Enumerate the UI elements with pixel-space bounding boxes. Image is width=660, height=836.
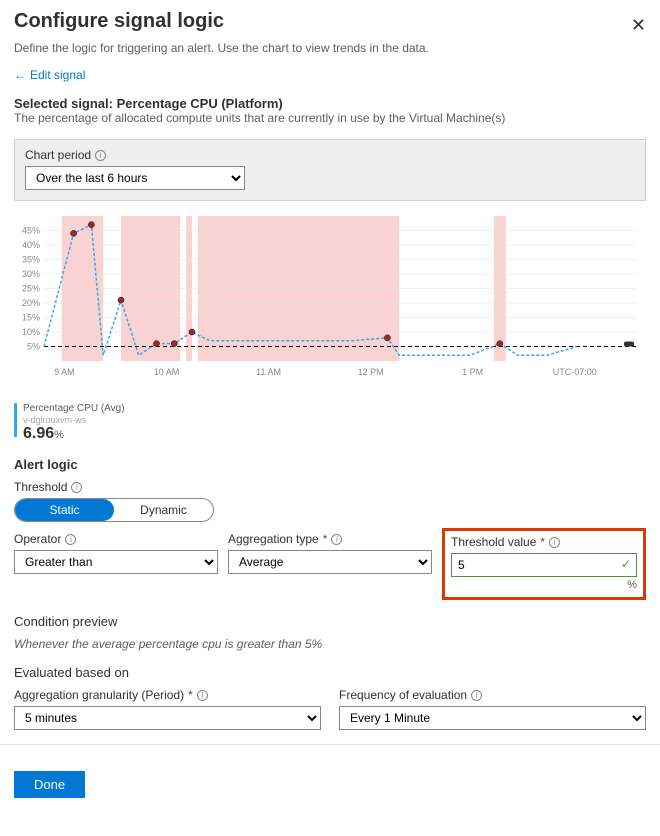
condition-preview-text: Whenever the average percentage cpu is g… xyxy=(14,637,646,651)
threshold-toggle-dynamic[interactable]: Dynamic xyxy=(114,499,213,521)
page-title: Configure signal logic xyxy=(14,10,224,33)
frequency-label: Frequency of evaluation xyxy=(339,688,467,702)
svg-text:12 PM: 12 PM xyxy=(358,367,384,377)
alert-logic-heading: Alert logic xyxy=(14,457,646,472)
svg-text:9 AM: 9 AM xyxy=(54,367,75,377)
svg-text:11 AM: 11 AM xyxy=(256,367,281,377)
signal-chart: 5% 10% 15% 20% 25% 30% 35% 40% 45% 9 AM 10 AM 11 AM… xyxy=(14,211,646,401)
info-icon[interactable]: i xyxy=(65,534,76,545)
svg-text:25%: 25% xyxy=(22,284,40,294)
required-asterisk: * xyxy=(540,535,545,549)
operator-select[interactable]: Greater than xyxy=(14,550,218,574)
selected-signal-name: Percentage CPU (Platform) xyxy=(117,96,283,111)
svg-text:10%: 10% xyxy=(22,327,40,337)
aggregation-granularity-label: Aggregation granularity (Period) xyxy=(14,688,184,702)
condition-preview-heading: Condition preview xyxy=(14,614,646,629)
info-icon[interactable]: i xyxy=(95,150,106,161)
info-icon[interactable]: i xyxy=(331,534,342,545)
threshold-toggle[interactable]: Static Dynamic xyxy=(14,498,214,522)
done-button[interactable]: Done xyxy=(14,771,85,798)
svg-text:30%: 30% xyxy=(22,269,40,279)
threshold-value-label: Threshold value xyxy=(451,535,536,549)
aggregation-type-select[interactable]: Average xyxy=(228,550,432,574)
edit-signal-label: Edit signal xyxy=(30,68,85,82)
evaluated-heading: Evaluated based on xyxy=(14,665,646,680)
selected-signal-label-prefix: Selected signal: xyxy=(14,96,117,111)
divider xyxy=(0,744,660,745)
svg-text:UTC-07:00: UTC-07:00 xyxy=(553,367,597,377)
svg-text:10 AM: 10 AM xyxy=(154,367,180,377)
svg-text:20%: 20% xyxy=(22,298,40,308)
threshold-value-input[interactable] xyxy=(451,553,637,577)
threshold-value-highlight: Threshold value * i ✓ % xyxy=(442,528,646,600)
legend-metric: Percentage CPU (Avg) xyxy=(23,403,125,415)
chart-period-panel: Chart period i Over the last 6 hours xyxy=(14,139,646,201)
chart-legend: Percentage CPU (Avg) v-dgirouxvm-ws 6.96… xyxy=(14,403,646,443)
close-icon[interactable]: ✕ xyxy=(631,16,646,34)
aggregation-granularity-select[interactable]: 5 minutes xyxy=(14,706,321,730)
svg-text:1 PM: 1 PM xyxy=(462,367,483,377)
chart-period-select[interactable]: Over the last 6 hours xyxy=(25,166,245,190)
legend-value: 6.96 xyxy=(23,425,54,442)
info-icon[interactable]: i xyxy=(471,690,482,701)
operator-label: Operator xyxy=(14,532,61,546)
edit-signal-link[interactable]: ← Edit signal xyxy=(14,68,85,82)
frequency-select[interactable]: Every 1 Minute xyxy=(339,706,646,730)
svg-text:40%: 40% xyxy=(22,240,40,250)
arrow-left-icon: ← xyxy=(14,68,26,82)
legend-unit: % xyxy=(54,429,64,441)
threshold-value-unit: % xyxy=(451,579,637,591)
required-asterisk: * xyxy=(188,688,193,702)
legend-color-bar xyxy=(14,403,17,437)
selected-signal-description: The percentage of allocated compute unit… xyxy=(14,111,646,125)
aggregation-type-label: Aggregation type xyxy=(228,532,319,546)
page-subtitle: Define the logic for triggering an alert… xyxy=(14,41,646,55)
svg-text:35%: 35% xyxy=(22,255,40,265)
info-icon[interactable]: i xyxy=(197,690,208,701)
info-icon[interactable]: i xyxy=(549,537,560,548)
threshold-toggle-static[interactable]: Static xyxy=(15,499,114,521)
svg-text:15%: 15% xyxy=(22,313,40,323)
info-icon[interactable]: i xyxy=(71,482,82,493)
legend-resource: v-dgirouxvm-ws xyxy=(23,415,125,425)
svg-text:45%: 45% xyxy=(22,226,40,236)
checkmark-icon: ✓ xyxy=(621,557,631,571)
chart-period-label: Chart period xyxy=(25,148,91,162)
threshold-label: Threshold xyxy=(14,480,67,494)
required-asterisk: * xyxy=(323,532,328,546)
svg-text:5%: 5% xyxy=(27,342,40,352)
